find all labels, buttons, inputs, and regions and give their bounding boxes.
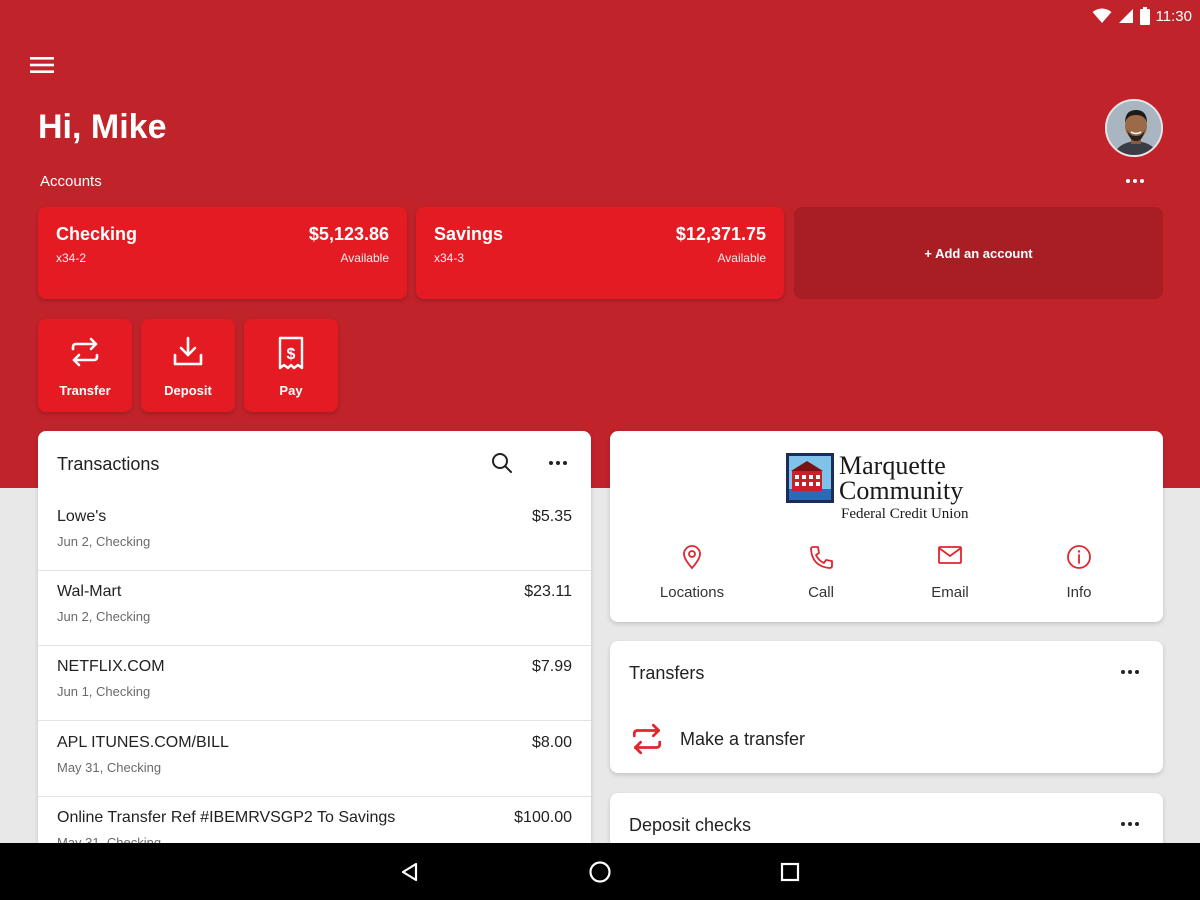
contact-label: Info — [1066, 584, 1092, 601]
transaction-amount: $23.11 — [524, 583, 572, 600]
transaction-meta: Jun 2, Checking — [57, 609, 151, 624]
accounts-label: Accounts — [40, 173, 102, 190]
account-balance: $12,371.75 — [675, 224, 766, 244]
account-card-savings[interactable]: Savings x34-3 $12,371.75 Available — [416, 207, 784, 299]
account-card-checking[interactable]: Checking x34-2 $5,123.86 Available — [38, 207, 407, 299]
home-icon — [589, 861, 611, 883]
bank-contact-card: Marquette Community Federal Credit Union… — [610, 431, 1163, 622]
more-icon — [1126, 179, 1144, 183]
card-title: Deposit checks — [629, 815, 752, 835]
action-label: Deposit — [164, 383, 212, 398]
transactions-more-button[interactable] — [543, 449, 573, 477]
more-icon — [1121, 670, 1139, 674]
transaction-row[interactable]: Lowe's Jun 2, Checking $5.35 — [38, 496, 591, 571]
account-number: x34-3 — [434, 251, 465, 265]
pay-icon: $ — [278, 336, 304, 370]
status-time: 11:30 — [1155, 7, 1192, 25]
pay-action-button[interactable]: $ Pay — [244, 319, 338, 412]
card-title: Transfers — [629, 663, 705, 683]
more-icon — [549, 461, 567, 465]
transactions-card: Transactions Lowe's Jun 2, Checking $5.3… — [38, 431, 591, 861]
recents-icon — [780, 862, 800, 882]
transaction-merchant: Wal-Mart — [57, 583, 122, 600]
make-transfer-button[interactable]: Make a transfer — [628, 719, 805, 759]
transaction-row[interactable]: NETFLIX.COM Jun 1, Checking $7.99 — [38, 646, 591, 721]
transaction-amount: $8.00 — [531, 734, 572, 751]
add-account-label: + Add an account — [924, 245, 1033, 261]
transaction-row[interactable]: Wal-Mart Jun 2, Checking $23.11 — [38, 571, 591, 646]
action-label: Pay — [279, 383, 303, 398]
transaction-meta: Jun 1, Checking — [57, 684, 151, 699]
transactions-search-button[interactable] — [486, 449, 518, 477]
transfer-action-button[interactable]: Transfer — [38, 319, 132, 412]
nav-home-button[interactable] — [583, 857, 617, 887]
svg-text:$: $ — [287, 346, 296, 363]
wifi-icon — [1092, 8, 1112, 23]
account-number: x34-2 — [56, 251, 87, 265]
system-navigation-bar — [0, 843, 1200, 900]
deposit-more-button[interactable] — [1114, 811, 1146, 837]
account-name: Savings — [434, 224, 504, 244]
transfer-icon — [632, 723, 662, 755]
make-transfer-label: Make a transfer — [680, 728, 806, 749]
menu-button[interactable] — [26, 50, 58, 80]
nav-back-button[interactable] — [393, 857, 427, 887]
transaction-meta: Jun 2, Checking — [57, 534, 151, 549]
info-icon — [1067, 545, 1091, 569]
transaction-amount: $100.00 — [514, 809, 572, 826]
cell-signal-icon — [1118, 9, 1133, 23]
balance-note: Available — [717, 251, 766, 265]
contact-label: Call — [808, 584, 834, 601]
deposit-icon — [173, 336, 203, 366]
transaction-merchant: Online Transfer Ref #IBEMRVSGP2 To Savin… — [57, 809, 396, 826]
hamburger-icon — [30, 57, 54, 73]
phone-icon — [810, 546, 833, 569]
nav-recents-button[interactable] — [773, 857, 807, 887]
logo-text: Community — [839, 476, 964, 505]
contact-label: Email — [931, 584, 969, 601]
balance-note: Available — [340, 251, 389, 265]
transaction-merchant: NETFLIX.COM — [57, 658, 165, 675]
account-name: Checking — [56, 224, 138, 244]
email-icon — [938, 546, 962, 564]
transfers-card: Transfers Make a transfer — [610, 641, 1163, 773]
transaction-amount: $7.99 — [531, 658, 572, 675]
transaction-row[interactable]: APL ITUNES.COM/BILL May 31, Checking $8.… — [38, 722, 591, 797]
bank-logo-mark — [786, 453, 834, 503]
avatar[interactable] — [1105, 99, 1163, 157]
back-icon — [401, 862, 418, 882]
email-button[interactable]: Email — [885, 544, 1015, 608]
transaction-merchant: Lowe's — [57, 508, 107, 525]
transaction-merchant: APL ITUNES.COM/BILL — [57, 734, 229, 751]
contact-label: Locations — [659, 584, 725, 601]
card-title: Transactions — [57, 454, 160, 474]
transfer-icon — [71, 337, 99, 367]
info-button[interactable]: Info — [1014, 544, 1144, 608]
deposit-action-button[interactable]: Deposit — [141, 319, 235, 412]
call-button[interactable]: Call — [756, 544, 886, 608]
more-icon — [1121, 822, 1139, 826]
action-label: Transfer — [59, 383, 111, 398]
location-pin-icon — [683, 545, 701, 570]
status-bar: 11:30 — [1092, 4, 1192, 28]
greeting-title: Hi, Mike — [38, 108, 167, 146]
account-balance: $5,123.86 — [308, 224, 389, 244]
locations-button[interactable]: Locations — [627, 544, 757, 608]
search-icon — [492, 453, 512, 473]
battery-icon — [1139, 7, 1150, 25]
transaction-amount: $5.35 — [531, 508, 572, 525]
transaction-meta: May 31, Checking — [57, 760, 162, 775]
bank-logo: Marquette Community Federal Credit Union — [786, 453, 996, 525]
logo-subtext: Federal Credit Union — [841, 506, 969, 522]
add-account-button[interactable]: + Add an account — [794, 207, 1163, 299]
transfers-more-button[interactable] — [1114, 659, 1146, 685]
accounts-more-button[interactable] — [1120, 168, 1150, 194]
